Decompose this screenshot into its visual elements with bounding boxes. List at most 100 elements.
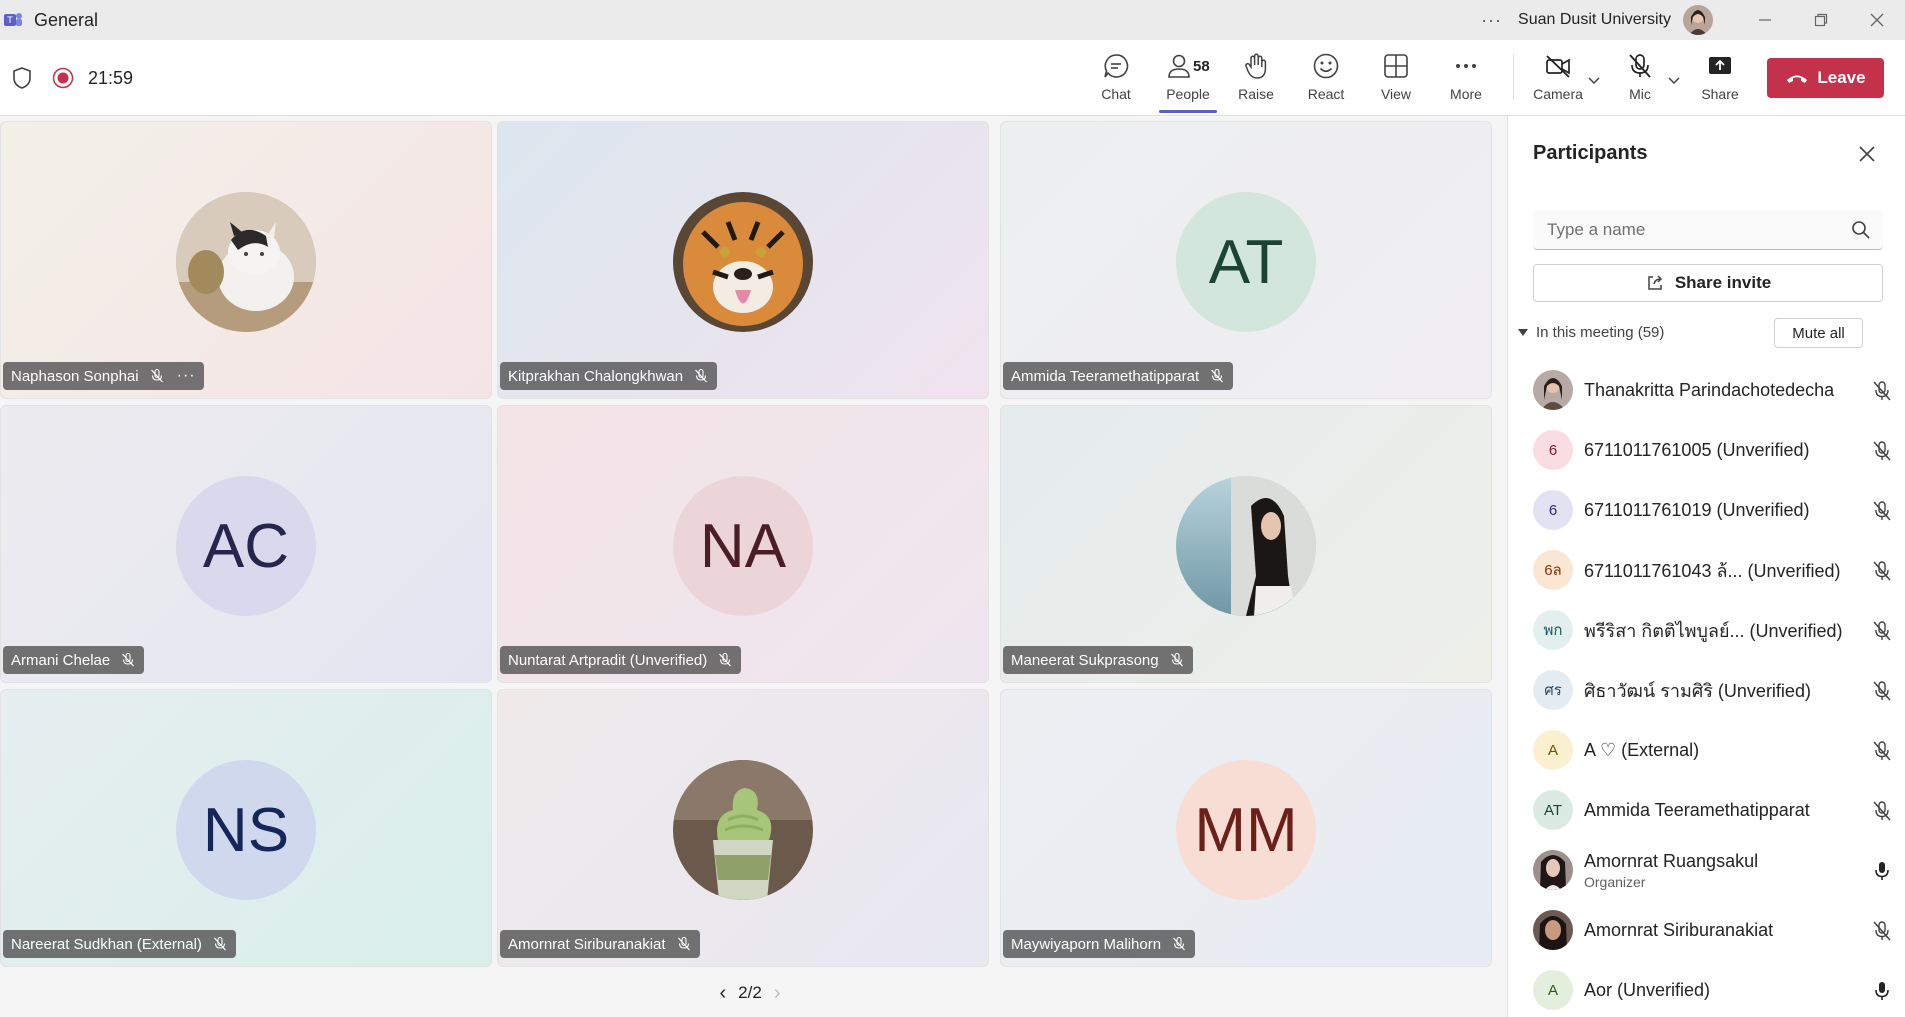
participant-name: Aor (Unverified) (1584, 979, 1711, 1000)
mic-off-icon[interactable] (1871, 560, 1893, 582)
leave-button[interactable]: Leave (1767, 58, 1884, 98)
list-item[interactable]: Amornrat Ruangsakul Organizer (1533, 840, 1893, 900)
participant-avatar: 6 (1533, 490, 1573, 530)
mic-on-icon[interactable] (1871, 860, 1893, 882)
share-button[interactable]: Share (1690, 52, 1750, 108)
list-item[interactable]: A Aor (Unverified) (1533, 960, 1893, 1017)
list-item[interactable]: Amornrat Siriburanakiat (1533, 900, 1893, 960)
mic-off-icon (677, 936, 690, 951)
list-item[interactable]: A A ♡ (External) (1533, 720, 1893, 780)
video-tile[interactable]: Amornrat Siriburanakiat (497, 689, 989, 967)
mic-off-icon[interactable] (1871, 920, 1893, 942)
mute-all-button[interactable]: Mute all (1774, 318, 1863, 348)
participant-photo (1176, 476, 1316, 616)
meeting-timer: 21:59 (88, 67, 134, 88)
list-item[interactable]: AT Ammida Teeramethatipparat (1533, 780, 1893, 840)
raise-hand-button[interactable]: Raise (1226, 52, 1286, 108)
list-item[interactable]: ศร ศิธาวัฒน์ รามศิริ (Unverified) (1533, 660, 1893, 720)
video-tile[interactable]: NS Nareerat Sudkhan (External) (0, 689, 492, 967)
people-icon (1168, 54, 1190, 78)
mic-off-icon (1211, 368, 1224, 383)
leave-label: Leave (1817, 68, 1866, 87)
participant-name: 6711011761019 (Unverified) (1584, 499, 1810, 520)
chat-icon (1104, 54, 1129, 78)
participant-nametag: Maywiyaporn Malihorn (1003, 930, 1196, 958)
org-name[interactable]: Suan Dusit University (1518, 11, 1671, 29)
mic-on-icon[interactable] (1871, 980, 1893, 1002)
video-tile[interactable]: Naphason Sonphai ··· (0, 121, 492, 399)
participant-photo (673, 760, 813, 900)
mic-off-icon (122, 652, 135, 667)
view-button[interactable]: View (1366, 52, 1426, 108)
react-button[interactable]: React (1296, 52, 1356, 108)
mic-off-icon[interactable] (1871, 680, 1893, 702)
participant-name: Kitprakhan Chalongkhwan (508, 367, 684, 385)
more-options-icon[interactable]: ··· (1481, 10, 1502, 31)
mic-off-icon[interactable] (1871, 440, 1893, 462)
meeting-toolbar: 21:59 Chat 58 People Raise React View Mo… (0, 40, 1905, 116)
list-item[interactable]: 6 6711011761019 (Unverified) (1533, 480, 1893, 540)
video-tile[interactable]: MM Maywiyaporn Malihorn (1000, 689, 1492, 967)
search-icon (1852, 221, 1870, 239)
participant-name: Ammida Teeramethatipparat (1584, 799, 1810, 820)
mic-off-icon[interactable] (1871, 500, 1893, 522)
mic-off-icon[interactable] (1871, 800, 1893, 822)
video-tile[interactable]: AC Armani Chelae (0, 405, 492, 683)
close-window-button[interactable] (1849, 0, 1905, 40)
participant-name: A ♡ (External) (1584, 739, 1700, 760)
camera-button[interactable]: Camera (1528, 52, 1588, 108)
participant-initials: MM (1176, 760, 1316, 900)
more-button[interactable]: More (1436, 52, 1496, 108)
list-item[interactable]: 6ล 6711011761043 ล้... (Unverified) (1533, 540, 1893, 600)
people-label: People (1166, 86, 1210, 102)
mic-off-icon[interactable] (1871, 620, 1893, 642)
participant-nametag: Armani Chelae (3, 646, 145, 674)
section-label: In this meeting (59) (1536, 324, 1665, 341)
next-page-button[interactable]: › (774, 982, 781, 1005)
participant-initials: AC (176, 476, 316, 616)
shield-icon[interactable] (12, 67, 32, 89)
list-item[interactable]: 6 6711011761005 (Unverified) (1533, 420, 1893, 480)
svg-text:T: T (6, 16, 13, 26)
mic-off-icon (150, 368, 163, 383)
video-tile[interactable]: Kitprakhan Chalongkhwan (497, 121, 989, 399)
participant-name: 6711011761043 ล้... (Unverified) (1584, 560, 1841, 581)
participant-name: Nareerat Sudkhan (External) (11, 935, 202, 953)
people-button[interactable]: 58 People (1156, 52, 1220, 108)
participant-name: Maneerat Sukprasong (1011, 651, 1159, 669)
list-item[interactable]: Thanakritta Parindachotedecha (1533, 360, 1893, 420)
participant-name: Ammida Teeramethatipparat (1011, 367, 1200, 385)
video-tile[interactable]: NA Nuntarat Artpradit (Unverified) (497, 405, 989, 683)
recording-icon[interactable] (52, 67, 74, 89)
camera-off-icon (1546, 55, 1570, 78)
view-label: View (1380, 86, 1412, 102)
participant-name: ศิธาวัฒน์ รามศิริ (Unverified) (1584, 680, 1811, 701)
user-avatar[interactable] (1683, 5, 1713, 35)
mic-off-icon (695, 368, 708, 383)
mic-button[interactable]: Mic (1610, 52, 1670, 108)
meeting-section-toggle[interactable]: In this meeting (59) (1518, 324, 1664, 341)
more-label: More (1450, 86, 1482, 102)
participant-nametag: Naphason Sonphai ··· (3, 362, 204, 390)
previous-page-button[interactable]: ‹ (720, 982, 727, 1005)
participant-name: Amornrat Siriburanakiat (508, 935, 666, 953)
tile-more-icon[interactable]: ··· (177, 367, 196, 385)
chat-button[interactable]: Chat (1086, 52, 1146, 108)
restore-button[interactable] (1793, 0, 1849, 40)
share-invite-button[interactable]: Share invite (1533, 264, 1883, 302)
caret-down-icon (1518, 329, 1528, 336)
video-tile[interactable]: Maneerat Sukprasong (1000, 405, 1492, 683)
share-screen-icon (1709, 57, 1731, 74)
mic-off-icon[interactable] (1871, 380, 1893, 402)
hand-icon (1245, 53, 1267, 79)
camera-options-chevron-icon[interactable] (1586, 72, 1602, 88)
mic-off-icon[interactable] (1871, 740, 1893, 762)
minimize-button[interactable] (1737, 0, 1793, 40)
grid-view-icon (1384, 54, 1408, 78)
search-input[interactable] (1533, 219, 1833, 240)
mic-options-chevron-icon[interactable] (1666, 72, 1682, 88)
close-icon[interactable] (1857, 144, 1877, 164)
video-tile[interactable]: AT Ammida Teeramethatipparat (1000, 121, 1492, 399)
participant-avatar: 6 (1533, 430, 1573, 470)
list-item[interactable]: พก พรีริสา กิตติไพบูลย์... (Unverified) (1533, 600, 1893, 660)
